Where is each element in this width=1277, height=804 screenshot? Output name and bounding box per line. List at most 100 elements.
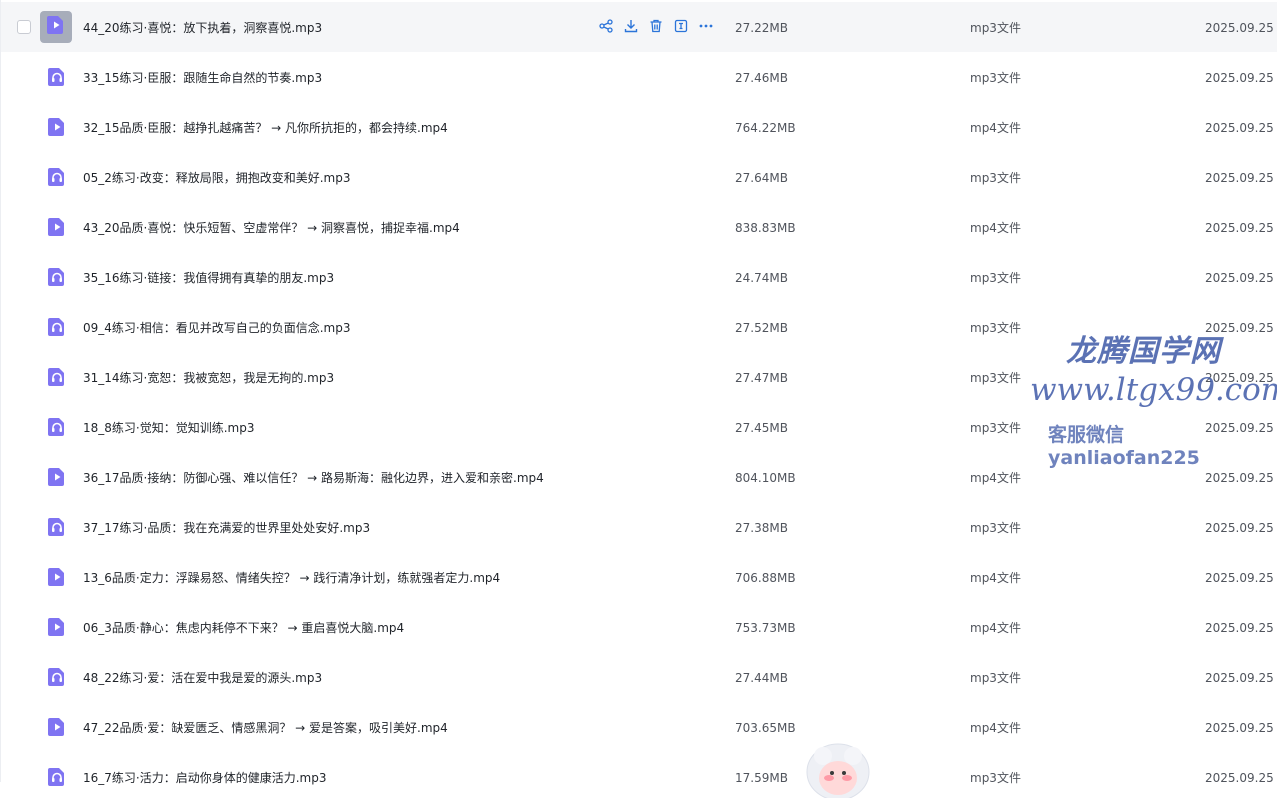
file-thumbnail[interactable] [40,11,72,43]
file-type: mp3文件 [970,21,1021,35]
file-type: mp3文件 [970,771,1021,785]
file-name[interactable]: 47_22品质·爱：缺爱匮乏、情感黑洞？ → 爱是答案，吸引美好.mp4 [83,702,448,752]
file-size: 804.10MB [735,471,796,485]
file-row[interactable]: 37_17练习·品质：我在充满爱的世界里处处安好.mp3 27.38MB mp3文件… [1,502,1277,552]
play-icon [46,15,66,39]
row-actions [598,18,714,34]
file-type: mp4文件 [970,471,1021,485]
file-name[interactable]: 09_4练习·相信：看见并改写自己的负面信念.mp3 [83,302,350,352]
assistant-mascot-icon[interactable] [805,738,871,798]
file-date: 2025.09.25 0 [1205,121,1277,135]
file-name[interactable]: 18_8练习·觉知：觉知训练.mp3 [83,402,254,452]
file-row[interactable]: 05_2练习·改变：释放局限，拥抱改变和美好.mp3 27.64MB mp3文件 20… [1,152,1277,202]
download-icon[interactable] [623,18,639,34]
file-name[interactable]: 05_2练习·改变：释放局限，拥抱改变和美好.mp3 [83,152,350,202]
file-row[interactable]: 47_22品质·爱：缺爱匮乏、情感黑洞？ → 爱是答案，吸引美好.mp4 703.… [1,702,1277,752]
file-date: 2025.09.25 0 [1205,21,1277,35]
file-size: 706.88MB [735,571,796,585]
file-size: 27.22MB [735,21,788,35]
play-icon [47,617,67,637]
audio-icon [47,517,67,537]
file-type: mp3文件 [970,71,1021,85]
file-date: 2025.09.25 0 [1205,271,1277,285]
audio-icon [47,667,67,687]
file-date: 2025.09.25 0 [1205,521,1277,535]
file-row[interactable]: 06_3品质·静心：焦虑内耗停不下来？ → 重启喜悦大脑.mp4 753.73MB… [1,602,1277,652]
file-type: mp3文件 [970,321,1021,335]
file-size: 27.47MB [735,371,788,385]
file-name[interactable]: 13_6品质·定力：浮躁易怒、情绪失控？ → 践行清净计划，练就强者定力.mp4 [83,552,500,602]
file-row[interactable]: 32_15品质·臣服：越挣扎越痛苦？ → 凡你所抗拒的，都会持续.mp4 764.… [1,102,1277,152]
file-name[interactable]: 37_17练习·品质：我在充满爱的世界里处处安好.mp3 [83,502,370,552]
file-row[interactable]: 35_16练习·链接：我值得拥有真挚的朋友.mp3 24.74MB mp3文件 202… [1,252,1277,302]
file-size: 27.44MB [735,671,788,685]
play-icon [47,117,67,137]
file-name[interactable]: 48_22练习·爱：活在爱中我是爱的源头.mp3 [83,652,322,702]
file-type: mp4文件 [970,571,1021,585]
file-size: 764.22MB [735,121,796,135]
file-type: mp3文件 [970,421,1021,435]
file-name[interactable]: 36_17品质·接纳：防御心强、难以信任？ → 路易斯海：融化边界，进入爱和亲密… [83,452,544,502]
delete-icon[interactable] [648,18,664,34]
file-name[interactable]: 35_16练习·链接：我值得拥有真挚的朋友.mp3 [83,252,334,302]
file-type: mp3文件 [970,521,1021,535]
play-icon [47,217,67,237]
file-date: 2025.09.25 0 [1205,471,1277,485]
file-date: 2025.09.25 0 [1205,371,1277,385]
share-icon[interactable] [598,18,614,34]
file-row[interactable]: 31_14练习·宽恕：我被宽恕，我是无拘的.mp3 27.47MB mp3文件 202… [1,352,1277,402]
file-size: 24.74MB [735,271,788,285]
play-icon [47,717,67,737]
file-row[interactable]: 44_20练习·喜悦：放下执着，洞察喜悦.mp3 27.22MB mp3文件 2025… [1,2,1277,52]
file-name[interactable]: 44_20练习·喜悦：放下执着，洞察喜悦.mp3 [83,2,322,52]
file-date: 2025.09.25 0 [1205,571,1277,585]
file-size: 27.52MB [735,321,788,335]
file-row[interactable]: 09_4练习·相信：看见并改写自己的负面信念.mp3 27.52MB mp3文件 20… [1,302,1277,352]
file-size: 17.59MB [735,771,788,785]
file-row[interactable]: 36_17品质·接纳：防御心强、难以信任？ → 路易斯海：融化边界，进入爱和亲密… [1,452,1277,502]
file-type: mp3文件 [970,271,1021,285]
audio-icon [47,767,67,787]
file-row[interactable]: 16_7练习·活力：启动你身体的健康活力.mp3 17.59MB mp3文件 2025… [1,752,1277,802]
play-icon [47,567,67,587]
file-type: mp4文件 [970,121,1021,135]
audio-icon [47,267,67,287]
file-size: 27.46MB [735,71,788,85]
file-size: 703.65MB [735,721,796,735]
file-size: 27.38MB [735,521,788,535]
file-date: 2025.09.25 0 [1205,721,1277,735]
rename-icon[interactable] [673,18,689,34]
file-name[interactable]: 43_20品质·喜悦：快乐短暂、空虚常伴？ → 洞察喜悦，捕捉幸福.mp4 [83,202,460,252]
row-checkbox[interactable] [17,20,31,34]
file-size: 838.83MB [735,221,796,235]
file-row[interactable]: 33_15练习·臣服：跟随生命自然的节奏.mp3 27.46MB mp3文件 2025… [1,52,1277,102]
file-type: mp4文件 [970,221,1021,235]
file-name[interactable]: 16_7练习·活力：启动你身体的健康活力.mp3 [83,752,326,802]
file-name[interactable]: 06_3品质·静心：焦虑内耗停不下来？ → 重启喜悦大脑.mp4 [83,602,404,652]
file-type: mp3文件 [970,671,1021,685]
file-type: mp3文件 [970,171,1021,185]
file-size: 27.45MB [735,421,788,435]
play-icon [47,467,67,487]
file-date: 2025.09.25 0 [1205,171,1277,185]
file-name[interactable]: 33_15练习·臣服：跟随生命自然的节奏.mp3 [83,52,322,102]
file-row[interactable]: 43_20品质·喜悦：快乐短暂、空虚常伴？ → 洞察喜悦，捕捉幸福.mp4 838… [1,202,1277,252]
more-icon[interactable] [698,18,714,34]
file-type: mp4文件 [970,621,1021,635]
file-size: 753.73MB [735,621,796,635]
audio-icon [47,417,67,437]
audio-icon [47,317,67,337]
file-type: mp3文件 [970,371,1021,385]
file-row[interactable]: 13_6品质·定力：浮躁易怒、情绪失控？ → 践行清净计划，练就强者定力.mp4… [1,552,1277,602]
file-name[interactable]: 32_15品质·臣服：越挣扎越痛苦？ → 凡你所抗拒的，都会持续.mp4 [83,102,448,152]
file-size: 27.64MB [735,171,788,185]
file-date: 2025.09.25 0 [1205,321,1277,335]
file-date: 2025.09.25 0 [1205,621,1277,635]
file-name[interactable]: 31_14练习·宽恕：我被宽恕，我是无拘的.mp3 [83,352,334,402]
audio-icon [47,167,67,187]
file-date: 2025.09.25 0 [1205,221,1277,235]
file-date: 2025.09.25 0 [1205,421,1277,435]
file-row[interactable]: 18_8练习·觉知：觉知训练.mp3 27.45MB mp3文件 2025.09.25… [1,402,1277,452]
audio-icon [47,367,67,387]
file-row[interactable]: 48_22练习·爱：活在爱中我是爱的源头.mp3 27.44MB mp3文件 2025… [1,652,1277,702]
